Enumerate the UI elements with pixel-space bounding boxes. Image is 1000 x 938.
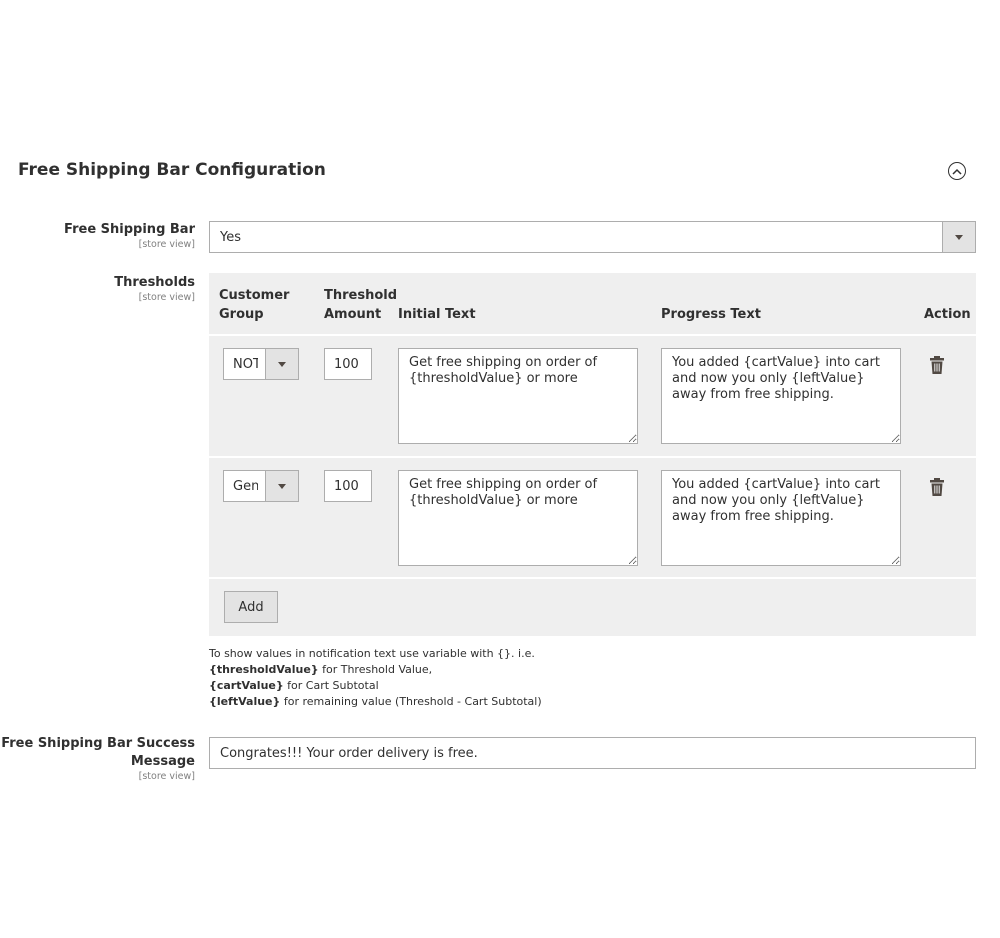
cart-var: {cartValue} [209,679,284,692]
scope-label: [store view] [138,771,195,782]
note-line: To show values in notification text use … [209,647,535,660]
header-threshold-amount: Threshold Amount [324,286,397,324]
select-value: General [233,479,258,494]
select-value: NOT LOGGED IN [233,357,258,372]
header-customer-group: Customer Group [219,286,289,324]
progress-text-textarea[interactable]: You added {cartValue} into cart and now … [661,470,901,566]
collapse-section-button[interactable] [948,162,966,180]
scope-label: [store view] [138,292,195,303]
success-message-label-block: Free Shipping Bar Success Message [store… [1,735,195,782]
triangle-down-icon [278,483,286,489]
scope-label: [store view] [138,239,195,250]
row-divider [209,456,976,458]
progress-text-textarea[interactable]: You added {cartValue} into cart and now … [661,348,901,444]
left-var: {leftValue} [209,695,281,708]
thresholds-table: Customer Group Threshold Amount Initial … [209,273,976,636]
free-shipping-bar-label: Free Shipping Bar [64,222,195,237]
trash-icon[interactable] [929,477,945,497]
note-desc: for Threshold Value, [318,663,433,676]
threshold-amount-input[interactable] [324,348,372,380]
initial-text-textarea[interactable]: Get free shipping on order of {threshold… [398,348,638,444]
success-message-input[interactable] [209,737,976,769]
row-divider [209,334,976,336]
success-message-label: Free Shipping Bar Success [1,736,195,751]
header-progress-text: Progress Text [661,307,761,322]
chevron-up-icon [952,168,962,175]
header-action: Action [924,307,971,322]
header-text: Amount [324,307,382,322]
trash-icon[interactable] [929,355,945,375]
note-desc: for Cart Subtotal [283,679,379,692]
free-shipping-bar-label-block: Free Shipping Bar [store view] [64,221,195,250]
thresholds-label-block: Thresholds [store view] [114,274,195,303]
dropdown-arrow[interactable] [265,349,298,379]
threshold-amount-input[interactable] [324,470,372,502]
variables-help-note: To show values in notification text use … [209,646,542,710]
dropdown-arrow[interactable] [265,471,298,501]
row-divider [209,577,976,579]
select-value: Yes [220,230,241,245]
add-threshold-button[interactable]: Add [224,591,278,623]
customer-group-select[interactable]: NOT LOGGED IN [223,348,299,380]
section-title: Free Shipping Bar Configuration [18,160,326,180]
header-text: Threshold [324,288,398,303]
thresholds-label: Thresholds [114,275,195,290]
header-initial-text: Initial Text [398,307,476,322]
threshold-var: {thresholdValue} [209,663,319,676]
initial-text-textarea[interactable]: Get free shipping on order of {threshold… [398,470,638,566]
triangle-down-icon [955,234,963,240]
success-message-label: Message [130,754,195,769]
free-shipping-bar-select[interactable]: Yes [209,221,976,253]
header-text: Group [219,307,264,322]
triangle-down-icon [278,361,286,367]
header-text: Customer [219,288,290,303]
note-desc: for remaining value (Threshold - Cart Su… [280,695,542,708]
customer-group-select[interactable]: General [223,470,299,502]
dropdown-arrow[interactable] [942,222,975,252]
